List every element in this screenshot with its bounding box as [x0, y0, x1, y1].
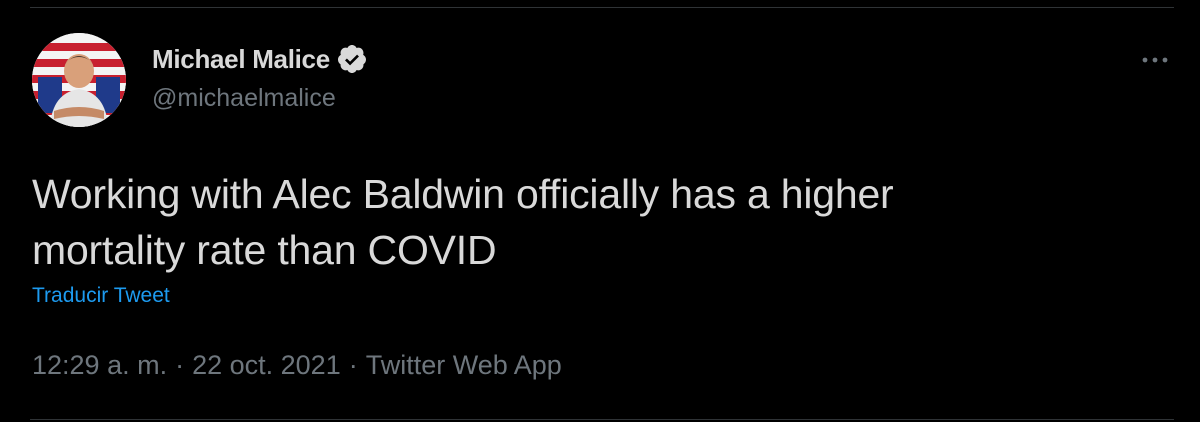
avatar[interactable] — [32, 33, 126, 127]
author-handle[interactable]: @michaelmalice — [152, 84, 336, 113]
tweet-date[interactable]: 22 oct. 2021 — [192, 350, 341, 381]
tweet-text-line: Working with Alec Baldwin officially has… — [32, 171, 894, 217]
meta-separator: · — [175, 350, 185, 380]
tweet-text-line: mortality rate than COVID — [32, 227, 497, 273]
tweet-text: Working with Alec Baldwin officially has… — [32, 166, 1152, 278]
translate-tweet-link[interactable]: Traducir Tweet — [32, 284, 170, 308]
tweet-source[interactable]: Twitter Web App — [366, 350, 562, 381]
author-name-row[interactable]: Michael Malice — [152, 42, 368, 76]
top-divider — [30, 7, 1174, 8]
tweet-time[interactable]: 12:29 a. m. — [32, 350, 167, 381]
verified-badge-icon — [337, 45, 366, 73]
bottom-divider — [30, 419, 1174, 420]
avatar-image — [32, 33, 126, 127]
author-display-name[interactable]: Michael Malice — [152, 44, 330, 75]
meta-separator: · — [348, 350, 358, 380]
more-options-icon[interactable] — [1138, 48, 1172, 72]
tweet-meta: 12:29 a. m. · 22 oct. 2021 · Twitter Web… — [32, 350, 562, 381]
